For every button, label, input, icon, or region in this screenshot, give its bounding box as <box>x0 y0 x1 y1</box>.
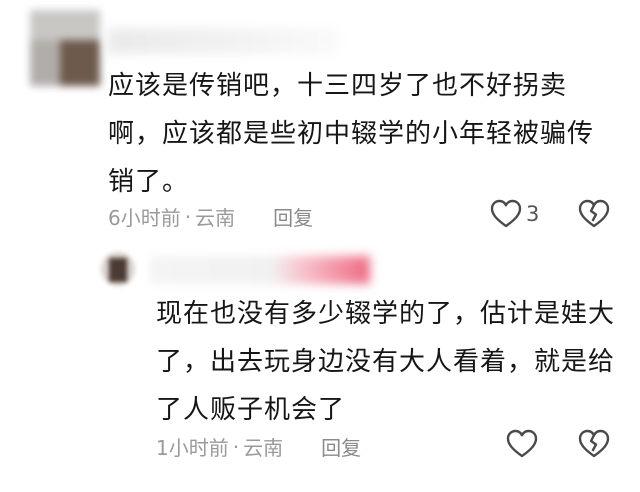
username[interactable] <box>150 256 370 284</box>
dislike-button[interactable] <box>578 429 610 459</box>
comment-meta: 1小时前 · 云南 回复 <box>156 432 361 461</box>
heart-outline-icon <box>506 429 538 459</box>
timestamp: 6小时前 <box>108 206 181 230</box>
broken-heart-icon <box>578 199 610 229</box>
like-count: 3 <box>526 202 540 226</box>
comment-meta: 6小时前 · 云南 回复 <box>108 202 313 231</box>
avatar[interactable] <box>30 10 100 86</box>
username[interactable] <box>108 28 338 54</box>
like-button[interactable]: 3 <box>490 199 539 229</box>
separator: · <box>184 204 192 229</box>
comment-text: 应该是传销吧，十三四岁了也不好拐卖 啊，应该都是些初中辍学的小年轻被骗传 销了。 <box>108 71 595 197</box>
broken-heart-icon <box>578 429 610 459</box>
heart-outline-icon <box>490 199 522 229</box>
reply-button[interactable]: 回复 <box>321 432 361 461</box>
timestamp: 1小时前 <box>156 436 229 460</box>
reply-button[interactable]: 回复 <box>273 202 313 231</box>
avatar[interactable] <box>101 252 135 286</box>
separator: · <box>232 434 240 459</box>
like-button[interactable] <box>506 429 542 459</box>
comment-text: 现在也没有多少辍学的了，估计是娃大 了，出去玩身边没有大人看着，就是给 了人贩子… <box>156 299 616 425</box>
location: 云南 <box>243 436 284 460</box>
dislike-button[interactable] <box>578 199 610 229</box>
location: 云南 <box>195 206 236 230</box>
